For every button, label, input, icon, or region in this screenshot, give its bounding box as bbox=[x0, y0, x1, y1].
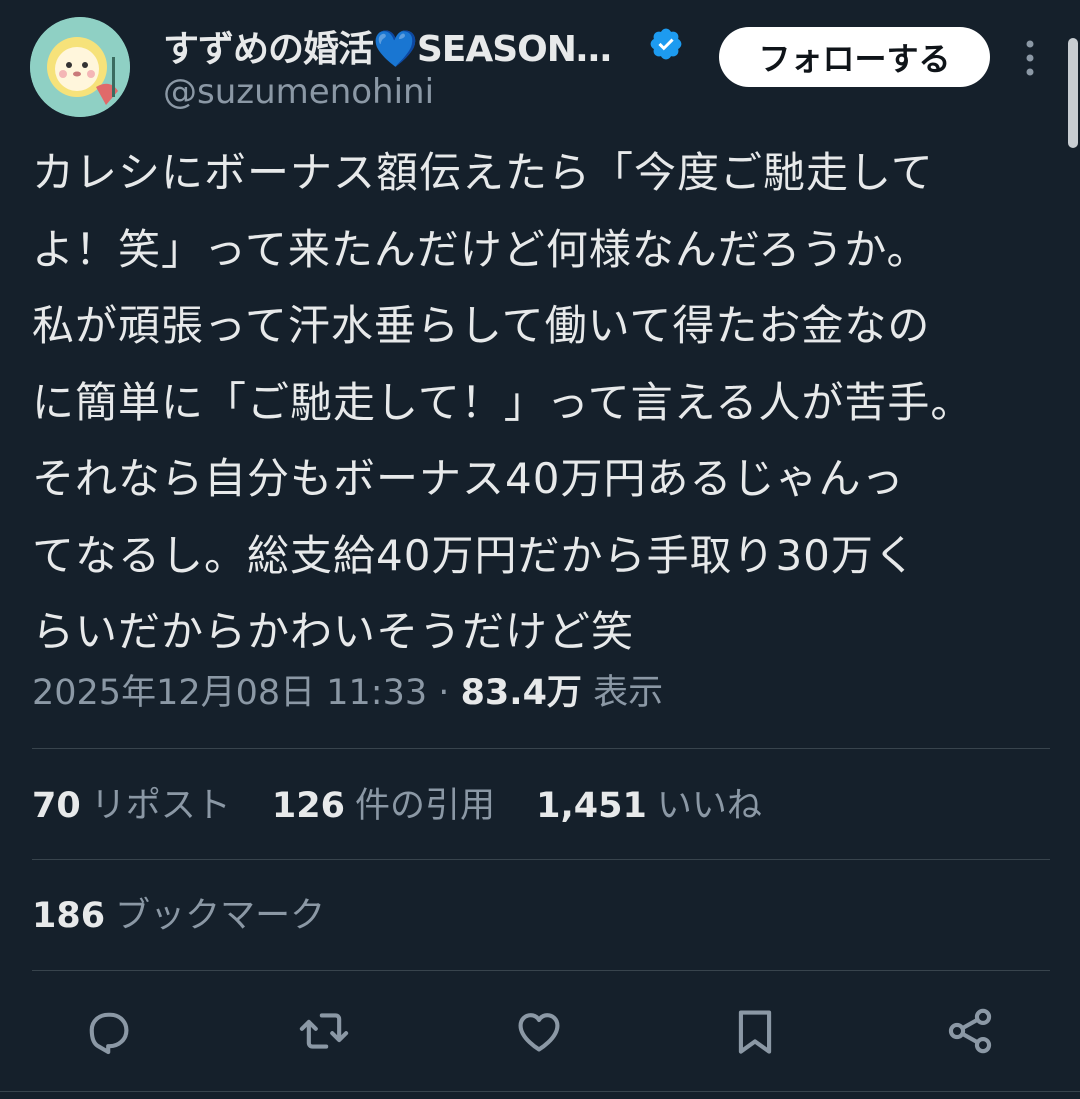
bookmarks-label: ブックマーク bbox=[115, 896, 326, 936]
timestamp-link[interactable]: 2025年12月08日 11:33 bbox=[32, 673, 427, 713]
like-heart-icon[interactable] bbox=[513, 1005, 565, 1057]
reply-icon[interactable] bbox=[82, 1005, 134, 1057]
tweet-text: カレシにボーナス額伝えたら「今度ご馳走して よ！笑」って来たんだけど何様なんだろ… bbox=[32, 135, 1042, 671]
action-bar bbox=[0, 995, 1080, 1067]
share-icon[interactable] bbox=[944, 1005, 996, 1057]
views-label: 表示 bbox=[593, 673, 664, 713]
divider bbox=[32, 859, 1050, 860]
more-vertical-icon[interactable] bbox=[1018, 38, 1042, 78]
bookmarks-stat[interactable]: 186 ブックマーク bbox=[32, 889, 325, 943]
quotes-count: 126 bbox=[271, 786, 345, 826]
divider bbox=[32, 970, 1050, 971]
bookmark-icon[interactable] bbox=[729, 1005, 781, 1057]
reposts-label: リポスト bbox=[90, 786, 231, 826]
tweet-text-line: てなるし。総支給40万円だから手取り30万く bbox=[32, 530, 917, 580]
scrollbar[interactable] bbox=[1068, 38, 1078, 148]
quotes-stat[interactable]: 126 件の引用 bbox=[272, 779, 495, 833]
tweet-text-line: よ！笑」って来たんだけど何様なんだろうか。 bbox=[32, 224, 930, 274]
likes-count: 1,451 bbox=[536, 786, 647, 826]
bookmarks-count: 186 bbox=[32, 896, 106, 936]
cartoon-lion-avatar-icon bbox=[30, 17, 130, 117]
retweet-icon[interactable] bbox=[298, 1005, 350, 1057]
likes-label: いいね bbox=[656, 786, 762, 826]
display-name[interactable]: すずめの婚活💙SEASON… bbox=[163, 20, 612, 72]
user-handle[interactable]: @suzumenohini bbox=[163, 72, 434, 112]
divider bbox=[32, 748, 1050, 749]
tweet-text-line: カレシにボーナス額伝えたら「今度ご馳走して bbox=[32, 148, 934, 197]
meta-separator: · bbox=[438, 673, 450, 713]
verified-badge-icon bbox=[648, 26, 684, 62]
engagement-stats-row: 70 リポスト 126 件の引用 1,451 いいね bbox=[32, 779, 792, 833]
tweet-meta: 2025年12月08日 11:33 · 83.4万 表示 bbox=[32, 666, 663, 720]
follow-button[interactable]: フォローする bbox=[719, 27, 990, 87]
tweet-text-line: らいだからかわいそうだけど笑 bbox=[32, 607, 635, 656]
tweet-text-line: に簡単に「ご馳走して！」って言える人が苦手。 bbox=[32, 377, 974, 427]
tweet-text-line: それなら自分もボーナス40万円あるじゃんっ bbox=[32, 454, 905, 503]
tweet-text-line: 私が頑張って汗水垂らして働いて得たお金なの bbox=[32, 301, 931, 350]
reposts-count: 70 bbox=[32, 786, 81, 826]
reposts-stat[interactable]: 70 リポスト bbox=[32, 779, 231, 833]
likes-stat[interactable]: 1,451 いいね bbox=[536, 779, 762, 833]
quotes-label: 件の引用 bbox=[354, 786, 495, 826]
bookmarks-stats-row: 186 ブックマーク bbox=[32, 889, 355, 943]
views-count: 83.4万 bbox=[460, 673, 582, 713]
divider bbox=[0, 1091, 1080, 1092]
avatar[interactable] bbox=[30, 17, 130, 117]
